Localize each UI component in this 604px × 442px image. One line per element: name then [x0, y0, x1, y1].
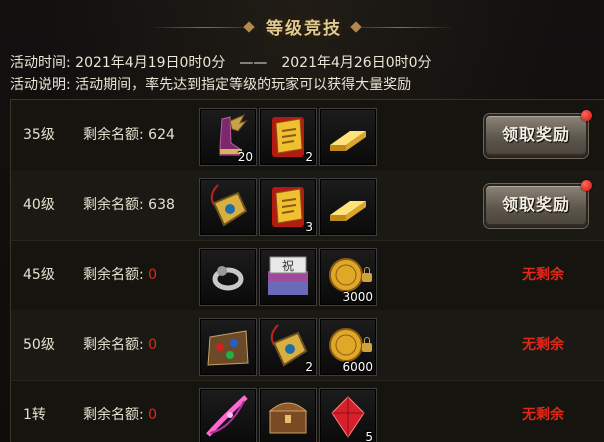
item-slot[interactable]: 3 — [259, 178, 317, 236]
item-count: 2 — [305, 360, 313, 374]
title-diamond-left — [243, 21, 255, 33]
activity-description: 活动说明: 活动期间，率先达到指定等级的玩家可以获得大量奖励 — [10, 74, 411, 94]
item-slot[interactable]: 20 — [199, 108, 257, 166]
item-slot[interactable]: 2 — [259, 108, 317, 166]
quota-label: 剩余名额: — [83, 337, 149, 353]
reward-row: 1转 剩余名额: 0 5 无剩余 — [11, 380, 604, 442]
row-level: 35级 — [23, 127, 55, 143]
quota-label: 剩余名额: — [83, 197, 149, 213]
no-remaining-label: 无剩余 — [522, 337, 564, 353]
svg-text:祝: 祝 — [282, 259, 294, 273]
reward-row: 40级 剩余名额: 638 3 领取奖励 — [11, 170, 604, 241]
notification-dot-icon — [581, 110, 592, 121]
row-level: 50级 — [23, 337, 55, 353]
activity-time-label: 活动时间: — [10, 55, 76, 71]
row-level: 1转 — [23, 407, 46, 423]
item-slot[interactable] — [199, 248, 257, 306]
quota-value: 624 — [148, 127, 175, 143]
title-ornament-right — [345, 27, 455, 28]
row-quota: 剩余名额: 638 — [83, 170, 175, 240]
claim-reward-button[interactable]: 领取奖励 — [484, 114, 588, 158]
skill-book-icon: 祝 — [268, 256, 308, 295]
page-title: 等级竞技 — [266, 19, 342, 39]
activity-start: 2021年4月19日0时0分 — [75, 55, 226, 71]
lock-icon — [362, 267, 372, 282]
row-quota: 剩余名额: 0 — [83, 240, 157, 310]
item-slot[interactable] — [199, 318, 257, 376]
quota-label: 剩余名额: — [83, 267, 149, 283]
silver-ring-icon — [212, 266, 244, 291]
item-count: 3 — [305, 220, 313, 234]
quota-value: 0 — [148, 407, 158, 423]
item-slot[interactable]: 5 — [319, 388, 377, 442]
activity-desc-label: 活动说明: — [10, 77, 76, 93]
gold-bar-icon — [330, 201, 366, 221]
reward-row: 45级 剩余名额: 0 祝 3000 无剩余 — [11, 240, 604, 311]
reward-table: 35级 剩余名额: 624 20 2 领取奖励 40级 剩余名额: 638 3 领取奖励 45级剩… — [10, 99, 604, 442]
item-slot[interactable]: 祝 — [259, 248, 317, 306]
gold-amulet-icon — [210, 184, 248, 227]
item-count: 20 — [237, 150, 253, 164]
item-count: 2 — [305, 150, 313, 164]
no-remaining-label: 无剩余 — [522, 267, 564, 283]
activity-separator: —— — [239, 55, 268, 71]
claim-reward-button[interactable]: 领取奖励 — [484, 184, 588, 228]
item-count: 3000 — [342, 290, 373, 304]
row-quota: 剩余名额: 0 — [83, 310, 157, 380]
no-remaining-label: 无剩余 — [522, 407, 564, 423]
notification-dot-icon — [581, 180, 592, 191]
item-slot[interactable]: 2 — [259, 318, 317, 376]
activity-end: 2021年4月26日0时0分 — [281, 55, 432, 71]
row-quota: 剩余名额: 0 — [83, 380, 157, 442]
quota-value: 0 — [148, 267, 158, 283]
row-quota: 剩余名额: 624 — [83, 100, 175, 170]
gold-bar-icon — [330, 131, 366, 151]
item-slot[interactable] — [259, 388, 317, 442]
reward-panel: 等级竞技 活动时间: 2021年4月19日0时0分 —— 2021年4月26日0时0… — [0, 0, 604, 442]
quota-value: 0 — [148, 337, 158, 353]
lock-icon — [362, 337, 372, 352]
treasure-chest-icon — [268, 402, 308, 434]
quota-value: 638 — [148, 197, 175, 213]
item-count: 5 — [365, 430, 373, 442]
quota-label: 剩余名额: — [83, 127, 149, 143]
activity-desc: 活动期间，率先达到指定等级的玩家可以获得大量奖励 — [75, 77, 412, 93]
reward-row: 35级 剩余名额: 624 20 2 领取奖励 — [11, 100, 604, 171]
row-level: 45级 — [23, 267, 55, 283]
item-slot[interactable]: 3000 — [319, 248, 377, 306]
item-slot[interactable] — [199, 178, 257, 236]
pink-bow-icon — [206, 395, 248, 437]
quota-label: 剩余名额: — [83, 407, 149, 423]
item-count: 6000 — [342, 360, 373, 374]
item-slot[interactable] — [199, 388, 257, 442]
item-slot[interactable]: 6000 — [319, 318, 377, 376]
row-level: 40级 — [23, 197, 55, 213]
item-slot[interactable] — [319, 108, 377, 166]
reward-row: 50级 剩余名额: 0 2 6000 无剩余 — [11, 310, 604, 381]
title-bar: 等级竞技 — [0, 0, 604, 48]
activity-time: 活动时间: 2021年4月19日0时0分 —— 2021年4月26日0时0分 — [10, 52, 432, 72]
item-slot[interactable] — [319, 178, 377, 236]
gem-pouch-icon — [207, 330, 249, 366]
